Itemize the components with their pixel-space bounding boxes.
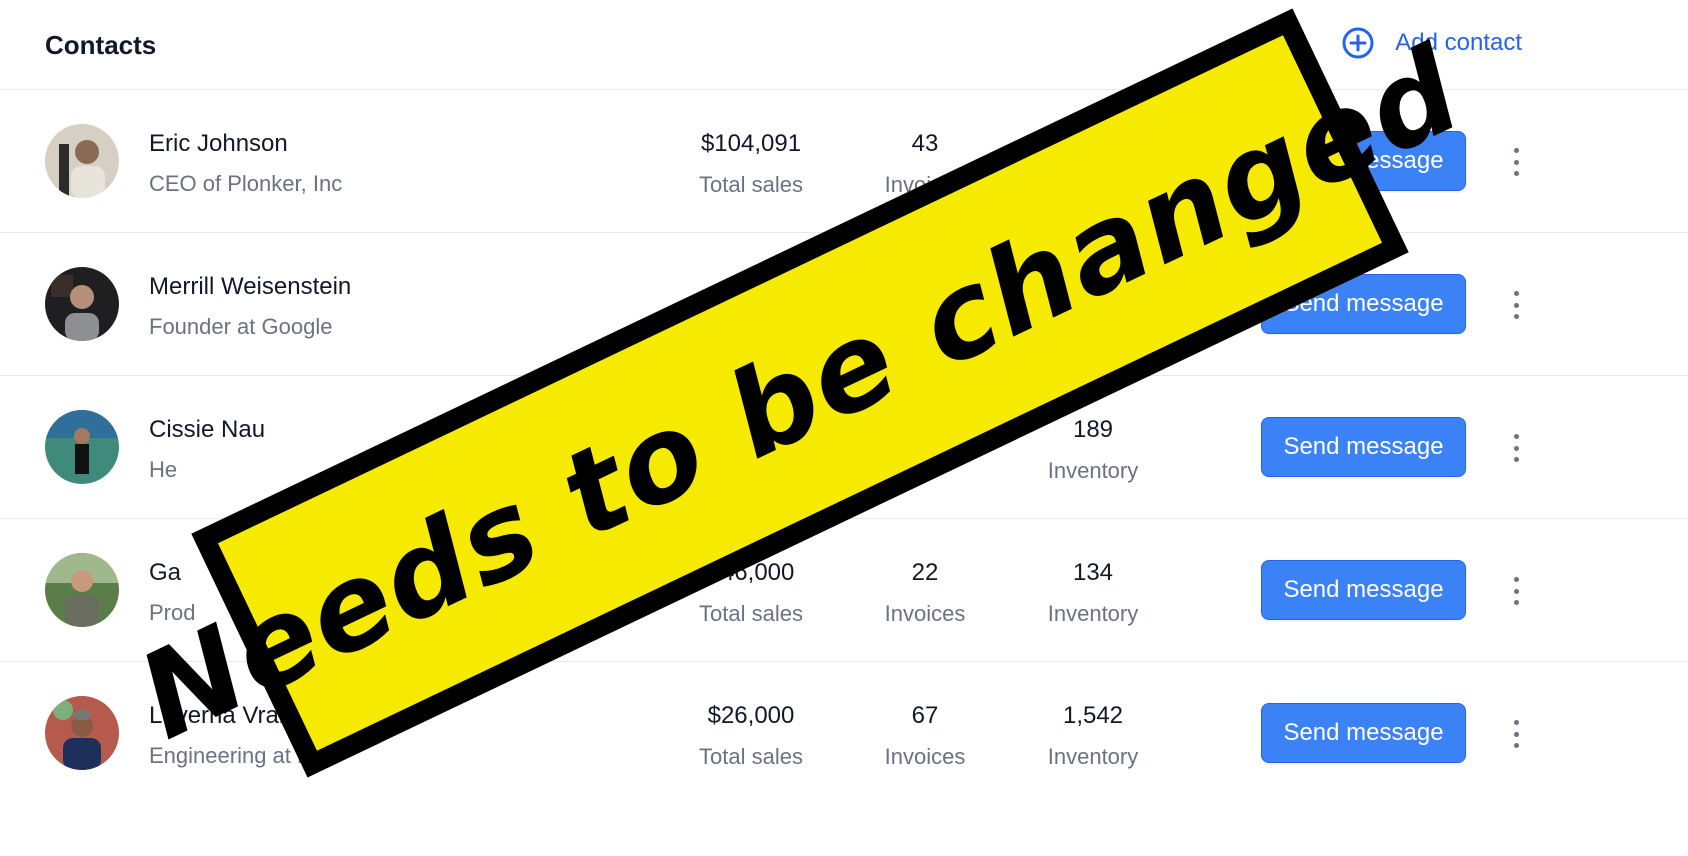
total-sales-stat: $104,091 Total sales [651,130,851,198]
inventory-label: Inventory [1047,458,1139,483]
invoices-value: 43 [911,130,939,157]
send-message-button[interactable]: Send message [1261,560,1466,620]
contact-name: Ga [149,559,182,586]
contact-role: Founder at Google [149,314,333,339]
contact-name: Eric Johnson [149,130,288,157]
avatar [45,267,119,341]
contact-row: Cissie Nau He Invoices 189 Inventory Sen… [0,376,1688,519]
contact-role: Prod [149,600,196,625]
total-sales-value: $26,000 [707,702,795,729]
total-sales-value: $104,091 [700,130,802,157]
send-message-button[interactable]: Send message [1261,131,1466,191]
contact-row: Laverna Vrablic Engineering at Nike $26,… [0,662,1688,805]
total-sales-stat: $46,000 Total sales [651,559,851,627]
contact-role: He [149,457,178,482]
more-vertical-icon[interactable] [1503,148,1529,176]
inventory-stat: 189 Inventory [993,416,1193,484]
inventory-stat: 1,542 Inventory [993,702,1193,770]
avatar [45,410,119,484]
avatar [45,553,119,627]
inventory-value: 134 [1072,559,1114,586]
add-contact-button[interactable]: Add contact [1341,26,1522,60]
contact-name: Merrill Weisenstein [149,273,352,300]
inventory-value: 1,542 [1062,702,1124,729]
contact-role: Engineering at Nike [149,743,342,768]
page-header: Contacts Add contact [0,0,1688,90]
total-sales-label: Total sales [699,172,803,197]
invoices-stat: 43 Invoices [825,130,1025,198]
plus-circle-icon [1341,26,1375,60]
inventory-label: Inventory [1047,601,1139,626]
total-sales-label: Total sales [699,744,803,769]
send-message-button[interactable]: Send message [1261,274,1466,334]
total-sales-stat: $26,000 Total sales [651,702,851,770]
invoices-label: Invoices [884,172,966,197]
page-title: Contacts [45,30,157,60]
contact-row: Merrill Weisenstein Founder at Google Se… [0,233,1688,376]
more-vertical-icon[interactable] [1503,720,1529,748]
contact-row: Eric Johnson CEO of Plonker, Inc $104,09… [0,90,1688,233]
total-sales-label: Total sales [699,601,803,626]
contact-name: Laverna Vrablic [149,702,315,729]
more-vertical-icon[interactable] [1503,291,1529,319]
contacts-list: Eric Johnson CEO of Plonker, Inc $104,09… [0,90,1688,805]
inventory-value: 189 [1072,416,1114,443]
avatar [45,124,119,198]
send-message-button[interactable]: Send message [1261,703,1466,763]
add-contact-label: Add contact [1395,29,1522,56]
contact-role: CEO of Plonker, Inc [149,171,343,196]
send-message-button[interactable]: Send message [1261,417,1466,477]
more-vertical-icon[interactable] [1503,577,1529,605]
avatar [45,696,119,770]
inventory-stat: 134 Inventory [993,559,1193,627]
contact-name: Cissie Nau [149,416,266,443]
contact-row: Ga Prod $46,000 Total sales 22 Invoices … [0,519,1688,662]
inventory-label: Inventory [1047,744,1139,769]
total-sales-value: $46,000 [707,559,795,586]
more-vertical-icon[interactable] [1503,434,1529,462]
